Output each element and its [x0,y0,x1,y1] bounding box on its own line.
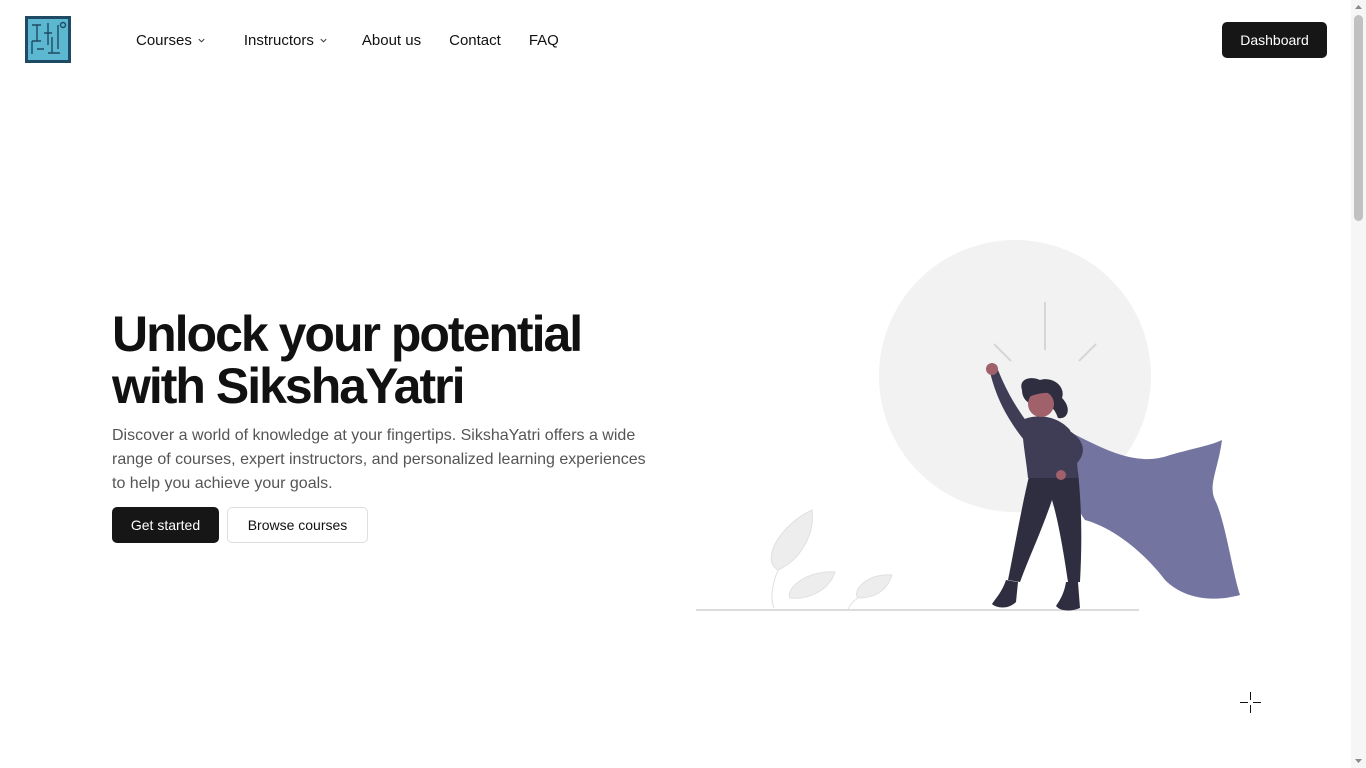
hero-title-line2: with SikshaYatri [112,358,465,414]
scroll-down-arrow-icon[interactable] [1351,754,1366,768]
site-logo[interactable] [25,16,71,63]
nav-faq[interactable]: FAQ [529,32,559,49]
nav-about-us-label: About us [361,31,422,49]
right-shoe [1056,582,1080,611]
hero-title: Unlock your potential with SikshaYatri [112,308,672,412]
scrollbar-thumb[interactable] [1354,15,1363,221]
vertical-scrollbar[interactable] [1351,0,1366,768]
browse-courses-button[interactable]: Browse courses [227,507,368,543]
scroll-up-arrow-icon[interactable] [1351,0,1366,14]
leaves [770,509,893,611]
nav-instructors[interactable]: Instructors [244,32,328,49]
crosshair-cursor-icon [1240,692,1261,713]
nav-about-us[interactable]: About us [362,32,421,49]
nav-courses[interactable]: Courses [136,32,206,49]
nav-faq-label: FAQ [528,31,559,49]
hand [1056,470,1066,480]
hero-subtitle: Discover a world of knowledge at your fi… [112,427,646,492]
nav-courses-label: Courses [136,31,192,49]
chevron-down-icon [198,38,205,43]
chevron-down-icon [320,38,327,43]
dashboard-button[interactable]: Dashboard [1222,22,1327,58]
nav-instructors-label: Instructors [243,31,314,49]
fist [986,363,998,375]
top-navigation-bar: Courses Instructors About us Contact FAQ… [0,0,1351,80]
hero-title-line1: Unlock your potential [112,306,583,362]
left-shoe [992,580,1018,608]
siksha-yatri-logo-icon [28,19,68,60]
superhero-woman-illustration-icon [696,240,1240,611]
main-nav: Courses Instructors About us Contact FAQ [136,0,559,80]
nav-contact-label: Contact [449,31,501,49]
nav-contact[interactable]: Contact [449,32,501,49]
get-started-button[interactable]: Get started [112,507,219,543]
